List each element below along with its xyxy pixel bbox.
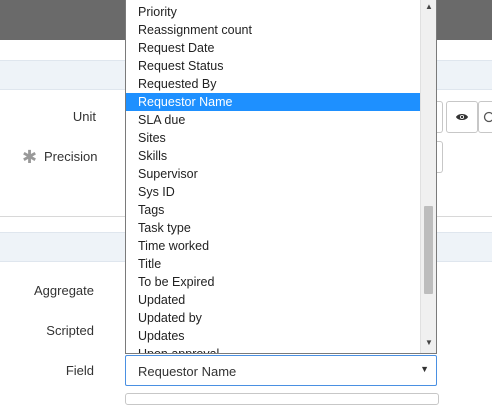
preview-button[interactable] (446, 101, 478, 133)
scroll-down-arrow-icon[interactable]: ▼ (421, 336, 437, 350)
precision-label: Precision (44, 149, 96, 164)
next-field[interactable] (125, 393, 439, 405)
field-dropdown-list[interactable]: PriorityReassignment countRequest DateRe… (125, 0, 437, 354)
scripted-label: Scripted (30, 323, 94, 338)
dropdown-option[interactable]: Sites (126, 129, 420, 147)
dropdown-option[interactable]: Supervisor (126, 165, 420, 183)
scroll-up-arrow-icon[interactable]: ▲ (421, 0, 437, 14)
dropdown-option[interactable]: Sys ID (126, 183, 420, 201)
eye-icon (455, 112, 469, 122)
scrollbar-thumb[interactable] (424, 206, 433, 294)
info-icon (483, 111, 492, 123)
chevron-down-icon: ▼ (420, 364, 429, 374)
dropdown-option[interactable]: Request Status (126, 57, 420, 75)
dropdown-option[interactable]: Updated by (126, 309, 420, 327)
field-select[interactable]: Requestor Name ▼ (125, 355, 437, 386)
dropdown-option[interactable]: Title (126, 255, 420, 273)
dropdown-option[interactable]: To be Expired (126, 273, 420, 291)
dropdown-option[interactable]: Priority (126, 3, 420, 21)
dropdown-option[interactable]: Requestor Name (126, 93, 420, 111)
dropdown-option[interactable]: Skills (126, 147, 420, 165)
dropdown-option[interactable]: Request Date (126, 39, 420, 57)
field-label: Field (30, 363, 94, 378)
info-button[interactable] (478, 101, 492, 133)
required-icon: ✱ (22, 147, 37, 168)
aggregate-label: Aggregate (30, 283, 94, 298)
dropdown-option[interactable]: Updated (126, 291, 420, 309)
dropdown-option[interactable]: Tags (126, 201, 420, 219)
dropdown-scrollbar[interactable]: ▲ ▼ (420, 0, 436, 354)
field-select-value: Requestor Name (138, 364, 236, 379)
dropdown-option[interactable]: SLA due (126, 111, 420, 129)
dropdown-option[interactable]: Reassignment count (126, 21, 420, 39)
dropdown-option[interactable]: Time worked (126, 237, 420, 255)
dropdown-option[interactable]: Updates (126, 327, 420, 345)
dropdown-option[interactable]: Upon approval (126, 345, 420, 354)
dropdown-option[interactable]: Task type (126, 219, 420, 237)
dropdown-option[interactable]: Requested By (126, 75, 420, 93)
unit-label: Unit (60, 109, 96, 124)
